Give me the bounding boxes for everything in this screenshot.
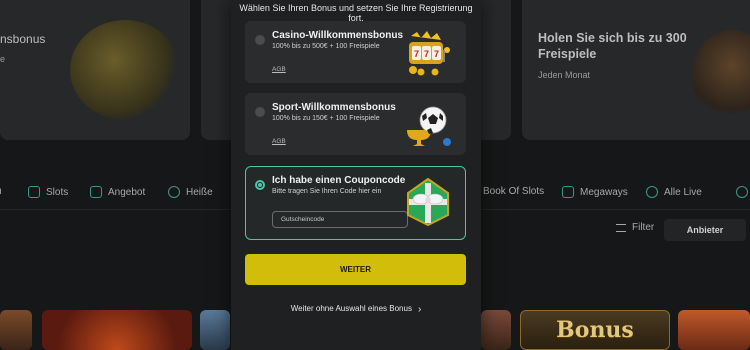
- game-tile[interactable]: [200, 310, 230, 350]
- category-heisse[interactable]: Heiße: [168, 186, 213, 198]
- filter-button[interactable]: Filter: [616, 222, 654, 233]
- svg-text:7: 7: [414, 49, 419, 59]
- game-tile[interactable]: [42, 310, 192, 350]
- game-tile[interactable]: [481, 310, 511, 350]
- chevron-right-icon: ›: [417, 304, 422, 315]
- option-title: Ich habe einen Couponcode: [272, 175, 406, 186]
- radio-button-checked[interactable]: [255, 180, 265, 190]
- filter-icon: [616, 223, 626, 232]
- option-description: Bitte tragen Sie Ihren Code hier ein: [272, 188, 382, 195]
- category-megaways[interactable]: Megaways: [562, 186, 628, 198]
- promo-subtitle: e: [0, 54, 6, 64]
- slot-machine-icon: 7 7 7: [409, 31, 450, 76]
- option-description: 100% bis zu 500€ + 100 Freispiele: [272, 43, 380, 50]
- sport-icon: [736, 186, 748, 198]
- game-tile[interactable]: [0, 310, 32, 350]
- category-label: Alle Live: [664, 186, 702, 198]
- promo-title: Holen Sie sich bis zu 300 Freispiele: [538, 31, 687, 61]
- category-label: Megaways: [580, 186, 628, 198]
- continue-button[interactable]: WEITER: [245, 254, 466, 285]
- promo-subtitle: Jeden Monat: [538, 70, 591, 80]
- filter-label: Filter: [632, 222, 655, 233]
- bonus-selection-modal: Wählen Sie Ihren Bonus und setzen Sie Ih…: [231, 0, 481, 350]
- option-description: 100% bis zu 150€ + 100 Freispiele: [272, 115, 380, 122]
- game-tile[interactable]: [678, 310, 750, 350]
- promo-character-image: [692, 30, 750, 120]
- skip-bonus-label: Weiter ohne Auswahl eines Bonus: [290, 304, 412, 313]
- option-title: Sport-Willkommensbonus: [272, 102, 396, 113]
- slot-777-image: [70, 20, 180, 120]
- game-tile-title: Bonus: [556, 317, 634, 343]
- fire-icon: [168, 186, 180, 198]
- promo-card-welcome-bonus[interactable]: nsbonus e: [0, 0, 190, 140]
- category-book-of-slots[interactable]: Book Of Slots: [483, 186, 544, 197]
- modal-heading: Wählen Sie Ihren Bonus und setzen Sie Ih…: [239, 3, 473, 23]
- slot-icon: [28, 186, 40, 198]
- category-label: Slots: [46, 186, 69, 198]
- category-angebot[interactable]: Angebot: [90, 186, 145, 198]
- radio-button[interactable]: [255, 107, 265, 117]
- terms-link[interactable]: AGB: [272, 138, 286, 145]
- coupon-code-input[interactable]: [272, 211, 408, 228]
- provider-dropdown[interactable]: Anbieter: [664, 219, 746, 241]
- live-icon: [646, 186, 658, 198]
- skip-bonus-link[interactable]: Weiter ohne Auswahl eines Bonus ›: [231, 304, 481, 315]
- promo-title: nsbonus: [0, 32, 46, 46]
- category-slots[interactable]: Slots: [28, 186, 68, 198]
- radio-button[interactable]: [255, 35, 265, 45]
- bonus-option-casino[interactable]: Casino-Willkommensbonus 100% bis zu 500€…: [245, 21, 466, 83]
- category-alle-live[interactable]: Alle Live: [646, 186, 702, 198]
- category-label: Book Of Slots: [483, 186, 545, 197]
- game-tile-bonus[interactable]: Bonus: [520, 310, 670, 350]
- terms-link[interactable]: AGB: [272, 66, 286, 73]
- megaways-icon: [562, 186, 574, 198]
- category-sport-partial[interactable]: [736, 186, 748, 198]
- gift-box-icon: [407, 177, 449, 227]
- soccer-ball-icon: [407, 106, 451, 146]
- category-label: Heiße: [186, 186, 213, 198]
- option-title: Casino-Willkommensbonus: [272, 30, 404, 41]
- bonus-option-coupon[interactable]: Ich habe einen Couponcode Bitte tragen S…: [245, 166, 466, 240]
- promo-card-free-spins[interactable]: Holen Sie sich bis zu 300 Freispiele Jed…: [522, 0, 750, 140]
- category-label: Angebot: [108, 186, 146, 198]
- svg-text:7: 7: [424, 49, 429, 59]
- gift-icon: [90, 186, 102, 198]
- category-partial[interactable]: u: [0, 186, 2, 197]
- bonus-option-sport[interactable]: Sport-Willkommensbonus 100% bis zu 150€ …: [245, 93, 466, 155]
- svg-text:7: 7: [434, 49, 439, 59]
